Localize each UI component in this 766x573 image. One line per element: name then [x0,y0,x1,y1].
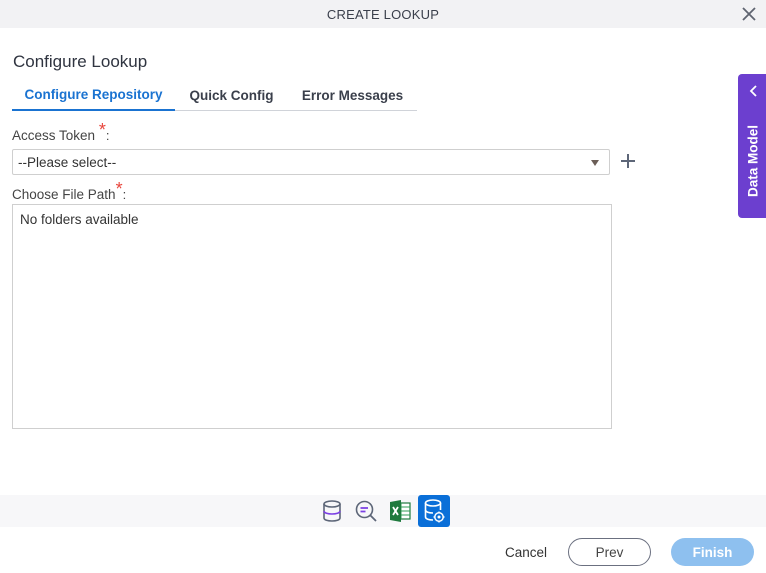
tab-bar: Configure Repository Quick Config Error … [12,80,417,111]
cancel-button[interactable]: Cancel [500,540,552,564]
tab-error-messages[interactable]: Error Messages [288,80,417,111]
dialog-titlebar: CREATE LOOKUP [0,0,766,28]
chevron-left-icon [749,84,759,98]
file-path-label: Choose File Path*: [12,179,127,204]
plus-icon[interactable] [618,151,638,171]
label-colon: : [105,128,110,143]
finish-button[interactable]: Finish [671,538,754,566]
access-token-selected-value: --Please select-- [18,154,117,170]
excel-icon[interactable] [384,496,416,526]
file-path-label-text: Choose File Path [12,187,116,202]
required-marker: * [115,179,123,199]
label-colon: : [122,187,127,202]
close-icon[interactable] [738,3,760,25]
search-query-icon[interactable] [350,496,382,526]
access-token-label: Access Token *: [12,120,110,145]
dropdown-arrow-icon [591,160,599,166]
database-settings-icon[interactable] [418,495,450,527]
folder-tree[interactable]: No folders available [12,204,612,429]
bottom-icon-bar [0,495,766,527]
tab-configure-repository[interactable]: Configure Repository [12,80,175,111]
empty-folders-message: No folders available [20,212,139,227]
dialog-title: CREATE LOOKUP [326,6,440,22]
access-token-label-text: Access Token [12,128,96,143]
data-model-panel-toggle[interactable]: Data Model [738,74,766,218]
prev-button[interactable]: Prev [568,538,651,566]
data-model-label: Data Model [745,124,761,198]
access-token-select[interactable]: --Please select-- [12,149,610,175]
database-icon[interactable] [316,496,348,526]
section-title: Configure Lookup [13,52,148,71]
required-marker: * [98,120,106,140]
tab-quick-config[interactable]: Quick Config [175,80,288,111]
